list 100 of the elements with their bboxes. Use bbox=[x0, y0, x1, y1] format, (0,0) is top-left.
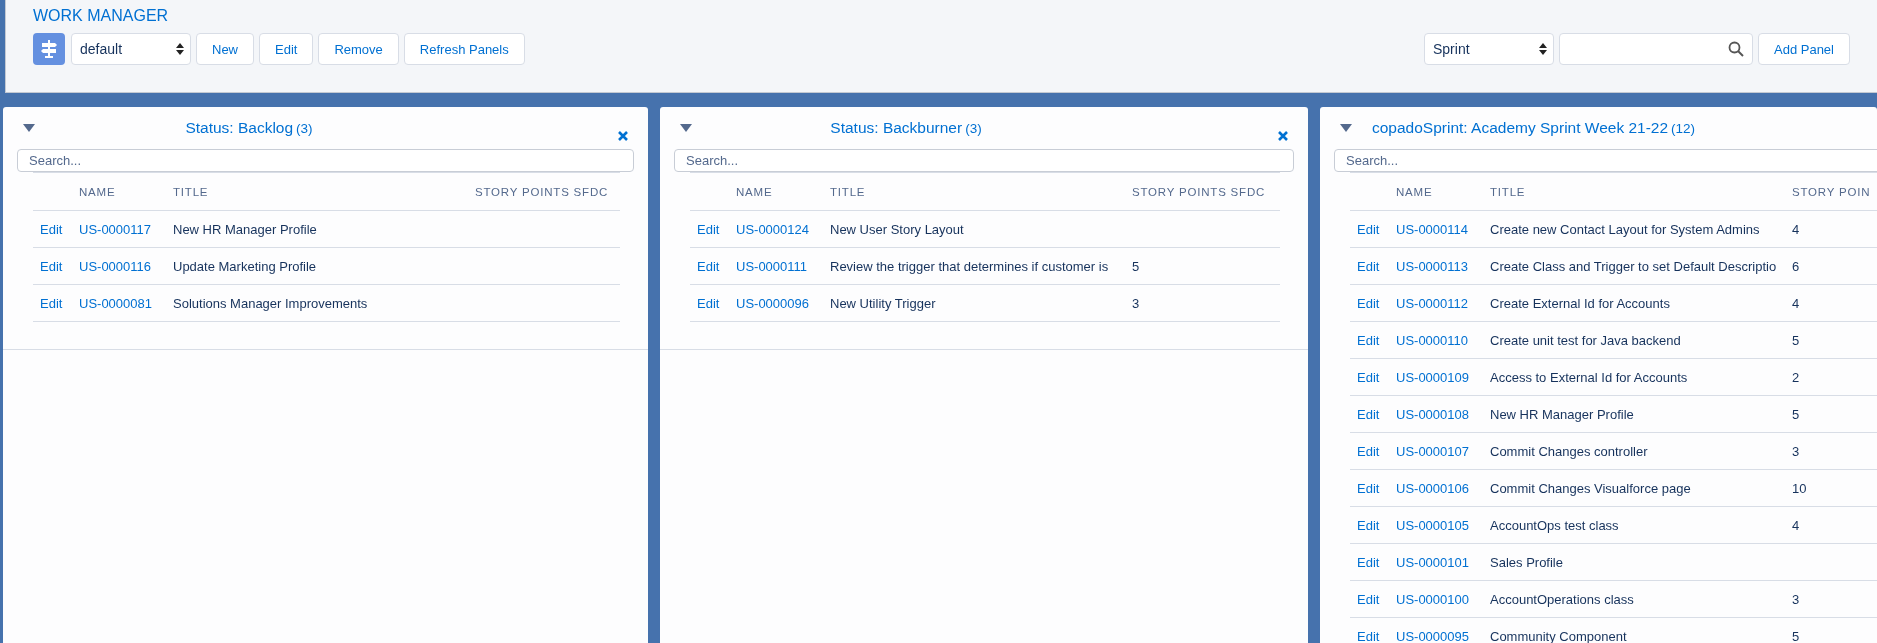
toolbar-button[interactable]: Edit bbox=[259, 33, 314, 65]
collapse-toggle-icon[interactable] bbox=[1340, 124, 1352, 132]
table-cell-text: Sales Profile bbox=[1490, 554, 1564, 570]
table-cell-text: Commit Changes Visualforce page bbox=[1490, 480, 1692, 496]
search-field[interactable]: Search... bbox=[674, 149, 1294, 172]
edit-link[interactable]: Edit bbox=[697, 295, 720, 311]
search-field[interactable]: Search... bbox=[1334, 149, 1877, 172]
search-field[interactable]: Search... bbox=[17, 149, 634, 172]
column-header: STORY POINTS SFDC bbox=[1132, 185, 1267, 198]
toolbar-button[interactable]: New bbox=[196, 33, 254, 65]
record-link[interactable]: US-0000116 bbox=[79, 258, 152, 274]
column-header: NAME bbox=[1396, 185, 1434, 198]
table-cell-text: Review the trigger that determines if customer is bbox=[830, 258, 1110, 274]
record-link[interactable]: US-0000106 bbox=[1396, 480, 1469, 496]
table-cell-text: New User Story Layout bbox=[830, 221, 965, 237]
add-panel-button[interactable]: Add Panel bbox=[1758, 33, 1850, 65]
table-cell-text: Access to External Id for Accounts bbox=[1490, 369, 1689, 385]
close-icon[interactable] bbox=[618, 131, 628, 141]
edit-link[interactable]: Edit bbox=[1357, 332, 1380, 348]
edit-link[interactable]: Edit bbox=[1357, 591, 1380, 607]
table-cell-text: Create Class and Trigger to set Default Descriptio bbox=[1490, 258, 1778, 274]
edit-link[interactable]: Edit bbox=[1357, 554, 1380, 570]
app-title: WORK MANAGER bbox=[33, 7, 170, 25]
table-cell: 3 bbox=[1792, 443, 1800, 459]
toolbar-button[interactable]: Remove bbox=[318, 33, 399, 65]
record-link[interactable]: US-0000081 bbox=[79, 295, 152, 311]
column-header: TITLE bbox=[173, 185, 210, 198]
record-link[interactable]: US-0000095 bbox=[1396, 628, 1469, 643]
record-link[interactable]: US-0000112 bbox=[1396, 295, 1469, 311]
edit-link[interactable]: Edit bbox=[40, 295, 63, 311]
panel-type-select[interactable]: Sprint bbox=[1424, 33, 1554, 65]
column-header: TITLE bbox=[1490, 185, 1527, 198]
table-cell-text: New Utility Trigger bbox=[830, 295, 937, 311]
search-icon[interactable] bbox=[1728, 41, 1744, 57]
table-cell: 2 bbox=[1792, 369, 1800, 385]
sort-arrows-icon bbox=[176, 43, 184, 55]
table-cell-text: New HR Manager Profile bbox=[173, 221, 318, 237]
table-cell-text: Commit Changes controller bbox=[1490, 443, 1649, 459]
table-cell: 4 bbox=[1792, 221, 1800, 237]
table-cell-text: Solutions Manager Improvements bbox=[173, 295, 369, 311]
table-cell: 10 bbox=[1792, 480, 1807, 496]
table-cell-text: AccountOperations class bbox=[1490, 591, 1635, 607]
close-icon[interactable] bbox=[1278, 131, 1288, 141]
table-cell-text: Community Component bbox=[1490, 628, 1628, 643]
column-header: NAME bbox=[79, 185, 117, 198]
signpost-icon[interactable] bbox=[33, 33, 65, 65]
table-cell: 4 bbox=[1792, 295, 1800, 311]
record-link[interactable]: US-0000107 bbox=[1396, 443, 1469, 459]
table-cell: 5 bbox=[1792, 628, 1800, 643]
column-header: STORY POINTS SFDC bbox=[475, 185, 610, 198]
record-link[interactable]: US-0000111 bbox=[736, 258, 808, 274]
edit-link[interactable]: Edit bbox=[697, 221, 720, 237]
sort-arrows-icon bbox=[1539, 43, 1547, 55]
record-link[interactable]: US-0000109 bbox=[1396, 369, 1469, 385]
edit-link[interactable]: Edit bbox=[1357, 443, 1380, 459]
record-link[interactable]: US-0000117 bbox=[79, 221, 152, 237]
edit-link[interactable]: Edit bbox=[1357, 369, 1380, 385]
table-cell: 5 bbox=[1792, 406, 1800, 422]
table-cell-text: Update Marketing Profile bbox=[173, 258, 318, 274]
edit-link[interactable]: Edit bbox=[40, 258, 63, 274]
table-cell-text: AccountOps test class bbox=[1490, 517, 1620, 533]
table-cell-text: Create unit test for Java backend bbox=[1490, 332, 1682, 348]
panel-title: Status: Backburner bbox=[830, 119, 963, 136]
record-link[interactable]: US-0000096 bbox=[736, 295, 809, 311]
panel-title: copadoSprint: Academy Sprint Week 21-22 bbox=[1372, 119, 1669, 136]
edit-link[interactable]: Edit bbox=[1357, 406, 1380, 422]
column-header: STORY POIN bbox=[1792, 185, 1872, 198]
edit-link[interactable]: Edit bbox=[1357, 628, 1380, 643]
table-cell-text: New HR Manager Profile bbox=[1490, 406, 1635, 422]
record-count: (3) bbox=[296, 121, 313, 136]
edit-link[interactable]: Edit bbox=[1357, 480, 1380, 496]
collapse-toggle-icon[interactable] bbox=[680, 124, 692, 132]
table-cell-text: Create External Id for Accounts bbox=[1490, 295, 1671, 311]
table-cell: 6 bbox=[1792, 258, 1800, 274]
record-link[interactable]: US-0000113 bbox=[1396, 258, 1469, 274]
table-cell-text: Create new Contact Layout for System Admins bbox=[1490, 221, 1761, 237]
edit-link[interactable]: Edit bbox=[1357, 295, 1380, 311]
table-cell: 4 bbox=[1792, 517, 1800, 533]
collapse-toggle-icon[interactable] bbox=[23, 124, 35, 132]
record-link[interactable]: US-0000105 bbox=[1396, 517, 1469, 533]
column-header: TITLE bbox=[830, 185, 867, 198]
record-link[interactable]: US-0000101 bbox=[1396, 554, 1469, 570]
layout-select[interactable]: default bbox=[71, 33, 191, 65]
record-link[interactable]: US-0000100 bbox=[1396, 591, 1469, 607]
record-link[interactable]: US-0000124 bbox=[736, 221, 809, 237]
table-cell: 3 bbox=[1792, 591, 1800, 607]
edit-link[interactable]: Edit bbox=[40, 221, 63, 237]
column-header: NAME bbox=[736, 185, 774, 198]
edit-link[interactable]: Edit bbox=[697, 258, 720, 274]
record-count: (3) bbox=[965, 121, 982, 136]
edit-link[interactable]: Edit bbox=[1357, 221, 1380, 237]
edit-link[interactable]: Edit bbox=[1357, 517, 1380, 533]
record-link[interactable]: US-0000108 bbox=[1396, 406, 1469, 422]
edit-link[interactable]: Edit bbox=[1357, 258, 1380, 274]
record-link[interactable]: US-0000114 bbox=[1396, 221, 1469, 237]
table-cell: 3 bbox=[1132, 295, 1140, 311]
toolbar-button[interactable]: Refresh Panels bbox=[403, 33, 525, 65]
record-link[interactable]: US-0000110 bbox=[1396, 332, 1469, 348]
table-cell: 5 bbox=[1792, 332, 1800, 348]
search-field[interactable] bbox=[1559, 33, 1753, 65]
